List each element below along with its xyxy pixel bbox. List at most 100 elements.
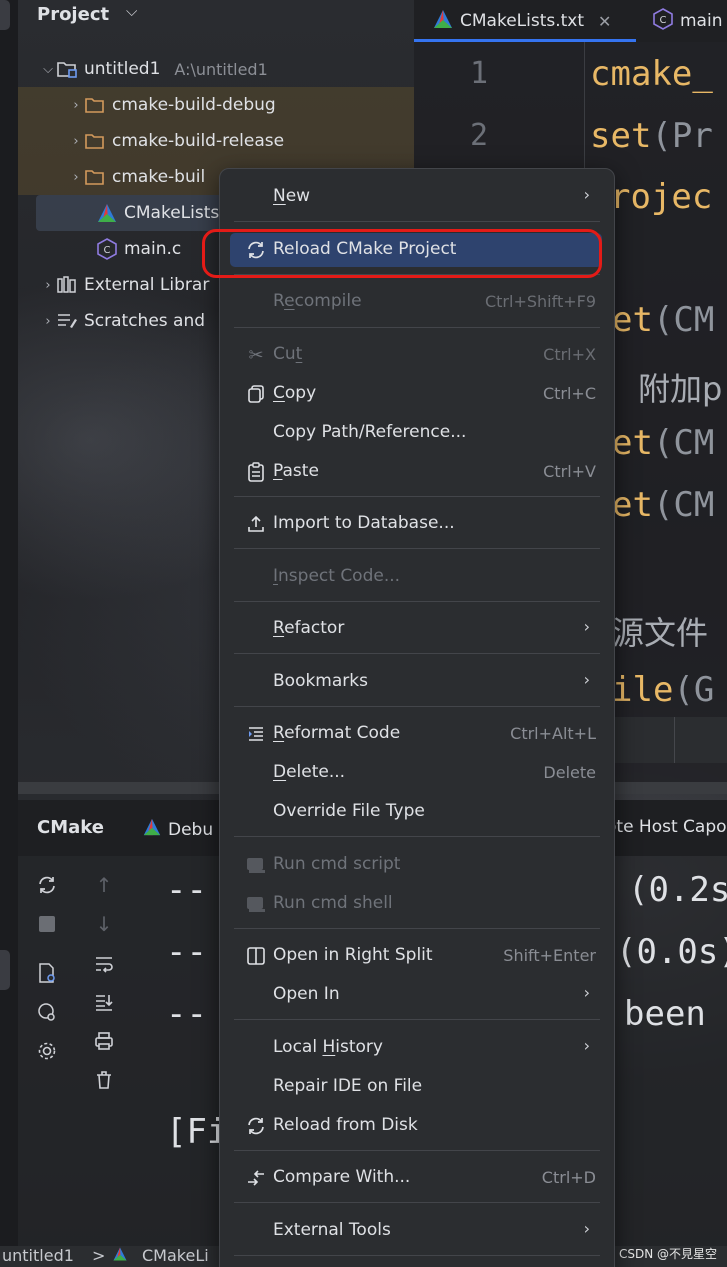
scroll-to-end-icon[interactable] xyxy=(91,989,117,1015)
chevron-right-icon: › xyxy=(583,617,590,636)
menu-item-repair-ide-on-file[interactable]: Repair IDE on File xyxy=(230,1070,602,1104)
tab-main[interactable]: C main xyxy=(652,0,722,42)
menu-separator xyxy=(234,1202,600,1203)
menu-item-reload-cmake-project[interactable]: Reload CMake Project xyxy=(230,233,602,267)
menu-item-run-cmd-shell[interactable]: Run cmd shell xyxy=(230,887,602,921)
tree-item-cmake-build-debug[interactable]: › cmake-build-debug xyxy=(18,87,414,123)
menu-item-refactor[interactable]: Refactor › xyxy=(230,612,602,646)
menu-item-open-in[interactable]: Open In › xyxy=(230,978,602,1012)
chevron-down-icon[interactable]: ⌵ xyxy=(40,62,56,77)
cmake-icon xyxy=(432,8,454,35)
chevron-right-icon: › xyxy=(583,983,590,1002)
tab-cmake[interactable]: CMake xyxy=(37,817,104,838)
soft-wrap-icon[interactable] xyxy=(91,951,117,977)
breadcrumb-file[interactable]: CMakeLi xyxy=(142,1246,209,1265)
tree-item-cmake-build-release[interactable]: › cmake-build-release xyxy=(18,123,414,159)
svg-text:C: C xyxy=(660,15,667,26)
tree-item-label: Scratches and xyxy=(84,311,206,331)
folder-icon xyxy=(84,94,106,116)
menu-item-run-cmd-script[interactable]: Run cmd script xyxy=(230,848,602,882)
console-line: (0.2s xyxy=(628,870,727,910)
menu-separator xyxy=(234,836,600,837)
tree-item-path: A:\untitled1 xyxy=(174,59,268,79)
chevron-right-icon[interactable]: › xyxy=(40,314,56,329)
code-line: et(CM xyxy=(612,485,715,525)
chevron-right-icon[interactable]: › xyxy=(68,170,84,185)
tab-cmakelists[interactable]: CMakeLists.txt ✕ xyxy=(432,0,611,42)
scissors-icon: ✂ xyxy=(248,344,264,366)
menu-item-cut[interactable]: ✂ Cut Ctrl+X xyxy=(230,338,602,372)
menu-item-override-file-type[interactable]: Override File Type xyxy=(230,795,602,829)
arrow-up-icon[interactable]: ↑ xyxy=(91,872,117,898)
chevron-right-icon[interactable]: › xyxy=(68,98,84,113)
tree-item-label: cmake-buil xyxy=(112,167,206,187)
folder-icon xyxy=(84,166,106,188)
menu-item-recompile[interactable]: Recompile Ctrl+Shift+F9 xyxy=(230,285,602,319)
watermark: CSDN @不見星空 xyxy=(618,1247,717,1261)
tree-item-label: CMakeLists xyxy=(124,203,220,223)
tree-item-label: main.c xyxy=(124,239,182,259)
code-line: rojec xyxy=(610,177,713,217)
menu-item-open-in-right-split[interactable]: Open in Right Split Shift+Enter xyxy=(230,939,602,973)
print-icon[interactable] xyxy=(91,1028,117,1054)
menu-separator xyxy=(234,548,600,549)
tree-item-label: untitled1 xyxy=(84,59,161,79)
stop-icon[interactable] xyxy=(34,911,60,937)
menu-item-local-history[interactable]: Local History › xyxy=(230,1031,602,1065)
menu-item-import-to-database[interactable]: Import to Database... xyxy=(230,507,602,541)
library-icon xyxy=(56,274,78,296)
menu-item-copy-path-reference[interactable]: Copy Path/Reference... xyxy=(230,416,602,450)
chevron-down-icon[interactable]: ⌵ xyxy=(126,2,137,20)
console-line: -- xyxy=(166,994,207,1034)
chevron-right-icon: › xyxy=(583,1036,590,1055)
terminal-icon xyxy=(244,892,268,916)
tab-label: Debu xyxy=(168,819,214,840)
chevron-right-icon: › xyxy=(583,1219,590,1238)
code-line: cmake_ xyxy=(590,54,713,94)
code-line: et(CM xyxy=(612,300,715,340)
menu-item-bookmarks[interactable]: Bookmarks › xyxy=(230,665,602,699)
console-line: (0.0s) xyxy=(616,932,727,972)
menu-separator xyxy=(234,274,600,275)
reformat-icon xyxy=(244,722,268,746)
tool-strip-button[interactable] xyxy=(0,0,10,30)
trash-icon[interactable] xyxy=(91,1067,117,1093)
code-comment: 源文件 xyxy=(612,614,709,652)
left-tool-strip xyxy=(0,0,18,1267)
tree-item-untitled1[interactable]: ⌵ untitled1 A:\untitled1 xyxy=(18,51,414,87)
tab-remote-host[interactable]: ote Host Capo xyxy=(606,817,727,837)
svg-text:C: C xyxy=(104,245,111,256)
menu-item-external-tools[interactable]: External Tools › xyxy=(230,1214,602,1248)
upload-icon xyxy=(244,512,268,536)
breadcrumb-project[interactable]: untitled1 xyxy=(2,1246,74,1265)
console-line: -- xyxy=(166,870,207,910)
cmake-icon xyxy=(142,817,162,842)
cache-icon[interactable] xyxy=(34,999,60,1025)
menu-item-copy[interactable]: Copy Ctrl+C xyxy=(230,377,602,411)
menu-item-reformat-code[interactable]: Reformat Code Ctrl+Alt+L xyxy=(230,717,602,751)
breadcrumb-separator: > xyxy=(92,1246,106,1265)
code-comment: 附加p xyxy=(638,370,723,408)
project-panel-title[interactable]: Project xyxy=(37,4,109,25)
menu-item-delete[interactable]: Delete... Delete xyxy=(230,756,602,790)
tool-strip-button[interactable] xyxy=(0,950,10,990)
menu-item-compare-with[interactable]: Compare With... Ctrl+D xyxy=(230,1161,602,1195)
menu-separator xyxy=(234,653,600,654)
chevron-right-icon[interactable]: › xyxy=(40,278,56,293)
chevron-right-icon[interactable]: › xyxy=(68,134,84,149)
reload-icon[interactable] xyxy=(34,872,60,898)
reload-icon xyxy=(244,238,268,262)
close-icon[interactable]: ✕ xyxy=(598,12,611,31)
menu-item-inspect-code[interactable]: Inspect Code... xyxy=(230,560,602,594)
editor-tab-bar: CMakeLists.txt ✕ C main xyxy=(414,0,727,42)
code-line: et(CM xyxy=(612,423,715,463)
gear-icon[interactable] xyxy=(34,1038,60,1064)
arrow-down-icon[interactable]: ↓ xyxy=(91,911,117,937)
tab-debug[interactable]: Debu xyxy=(142,817,213,842)
menu-item-reload-from-disk[interactable]: Reload from Disk xyxy=(230,1109,602,1143)
settings-file-icon[interactable] xyxy=(34,960,60,986)
menu-item-paste[interactable]: Paste Ctrl+V xyxy=(230,455,602,489)
menu-item-new[interactable]: New › xyxy=(230,180,602,214)
paste-icon xyxy=(244,460,268,484)
copy-icon xyxy=(244,382,268,406)
